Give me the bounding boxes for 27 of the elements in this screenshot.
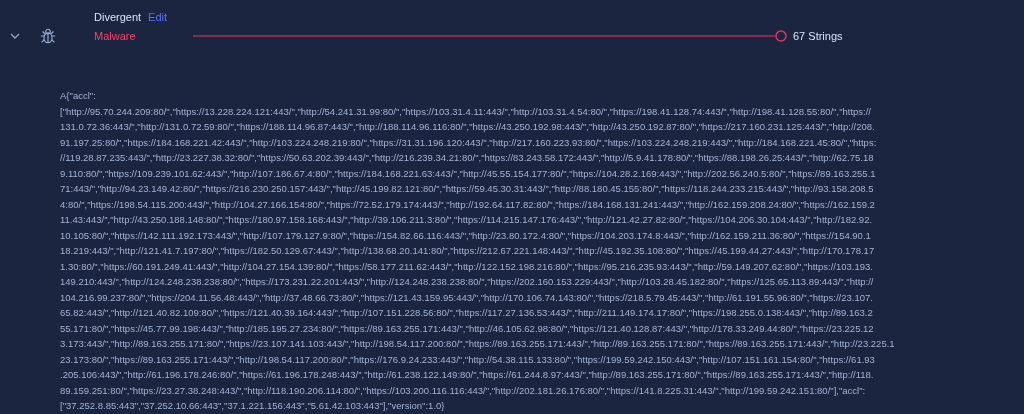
code-line: 23.173:80/","https://89.163.255.171:443/","http://198.54.117.200:80/","https://176.9.24.233:443/","http://54.38.115.133:80/","https://199.59.242.150:443/","http://107.151.161.154:80/","https://61.93 bbox=[60, 352, 876, 367]
code-line: ["http://95.70.244.209:80/","https://13.228.224.121:443/","http://54.241.31.99:80/","https://103.31.4.11:443/","http://103.31.4.54:80/","https://198.41.128.74:443/","http://198.41.128.55:80/","https:// bbox=[60, 104, 872, 119]
code-line: 3.173:443/","http://89.163.255.171:80/","https://23.107.141.103:443/","http://198.54.117.200:80/","https://89.163.255.171:443/","http://89.163.255.171:80/","https://89.163.255.171:443/","http://23.225.1 bbox=[60, 337, 896, 351]
code-line: 11.43:443/","http://43.250.188.148:80/","https://180.97.158.168:443/","http://39.106.211.3:80/","https://114.215.147.176:443/","http://121.42.27.82:80/","https://104.206.30.104:443/","http://182.92. bbox=[60, 213, 874, 227]
code-line: 18.219:443/","http://121.41.7.197:80/","https://182.50.129.67:443/","http://138.68.20.141:80/","https://212.67.221.148:443/","http://45.192.35.108:80/","https://45.199.44.27:443/","http://170.178.17 bbox=[60, 244, 876, 258]
edit-link[interactable]: Edit bbox=[148, 10, 168, 24]
code-line: 149.210:443/","http://124.248.238.238:80/","https://173.231.22.201:443/","http://124.248.238.238:80/","https://202.160.153.229:443/","http://103.28.45.182:80/","https://125.65.113.89:443/","http:// bbox=[60, 275, 875, 289]
code-line: 131.0.72.36:443/","http://131.0.72.59:80/","https://188.114.96.87:443/","http://188.114.96.116:80/","https://43.250.192.98:443/","http://43.250.192.87:80/","https://217.160.231.125:443/","http://208. bbox=[60, 120, 876, 134]
strings-count: 67 Strings bbox=[793, 29, 843, 43]
code-line: 9.110:80/","https://109.239.101.62:443/","http://107.186.67.4:80/","https://184.168.221.63:443/","http://45.55.154.177:80/","https://104.28.2.169:443/","http://202.56.240.5:80/","https://89.163.255.1 bbox=[60, 166, 877, 181]
chevron-icon[interactable] bbox=[10, 33, 20, 39]
code-line: 4:80/","https://198.54.115.200:443/","http://104.27.166.154:80/","https://72.52.179.174:443/","http://192.64.117.82:80/","https://184.168.131.241:443/","http://162.159.208.24:80/","https://162.159.2 bbox=[60, 197, 876, 212]
code-line: //119.28.87.235:443/","http://23.227.38.32:80/","https://50.63.202.39:443/","http://216.239.34.21:80/","https://83.243.58.172:443/","http://5.9.41.178:80/","https://88.198.26.25:443/","http://62.75.18 bbox=[60, 151, 875, 165]
code-line: 55.171:80/","https://45.77.99.198:443/","http://185.195.27.234:80/","https://89.163.255.171:443/","http://46.105.62.98:80/","https://121.40.128.87:443/","http://178.33.249.44:80/","https://23.225.12 bbox=[60, 321, 875, 336]
code-line: 71:443/","http://94.23.149.42:80/","https://216.230.250.157:443/","http://45.199.82.121:80/","https://59.45.30.31:443/","http://88.180.45.155:80/","https://118.244.233.215:443/","http://93.158.208.5 bbox=[60, 182, 875, 196]
category-label: Malware bbox=[94, 29, 137, 43]
code-line: ["37.252.8.85:443","37.252.10.66:443","37.1.221.156:443","5.61.42.103:443"],"version":1.0} bbox=[60, 399, 446, 413]
bug-icon bbox=[39, 27, 57, 45]
code-line: 89.159.251:80/","https://23.27.38.248:443/","http://118.190.206.114:80/","https://103.200.116.116:443/","http://202.181.26.176:80/","https://141.8.225.31:443/","http://199.59.242.151:80/"],"accl": bbox=[60, 383, 867, 398]
entry-name: Divergent bbox=[94, 10, 142, 24]
code-line: 104.216.99.237:80/","https://204.11.56.48:443/","http://37.48.66.73:80/","https://121.43.159.95:443/","http://170.106.74.143:80/","https://218.5.79.45:443/","http://61.191.55.96:80/","https://23.107. bbox=[60, 290, 874, 305]
code-line: .205.106:443/","http://61.196.178.246:80/","https://61.196.178.248:443/","http://61.238.122.149:80/","https://61.244.8.97:443/","http://89.163.255.171:80/","https://89.163.255.171:443/","http://118. bbox=[60, 368, 875, 382]
code-line: 65.82:443/","http://121.40.82.109:80/","https://121.40.39.164:443/","http://107.151.228.56:80/","https://117.27.136.53:443/","http://211.149.174.17:80/","https://198.255.0.138:443/","http://89.163.2 bbox=[60, 306, 874, 320]
code-line: 91.197.25:80/","https://184.168.221.42:443/","http://103.224.248.219:80/","https://31.31.196.120:443/","http://217.160.223.93:80/","https://103.224.248.219:443/","http://184.168.221.45:80/","https: bbox=[60, 135, 878, 150]
code-line: 1.30:80/","https://60.191.249.41:443/","http://104.27.154.139:80/","https://58.177.211.62:443/","http://122.152.198.216:80/","https://95.216.235.93:443/","http://59.149.207.62:80/","https://103.193. bbox=[60, 259, 874, 274]
code-line: A{"accl": bbox=[60, 89, 97, 103]
code-line: 10.105:80/","https://142.111.192.173:443/","http://107.179.127.9:80/","https://154.82.66.116:443/","http://23.80.172.4:80/","https://104.203.174.8:443/","http://162.159.211.36:80/","https://154.90.1 bbox=[60, 228, 872, 243]
